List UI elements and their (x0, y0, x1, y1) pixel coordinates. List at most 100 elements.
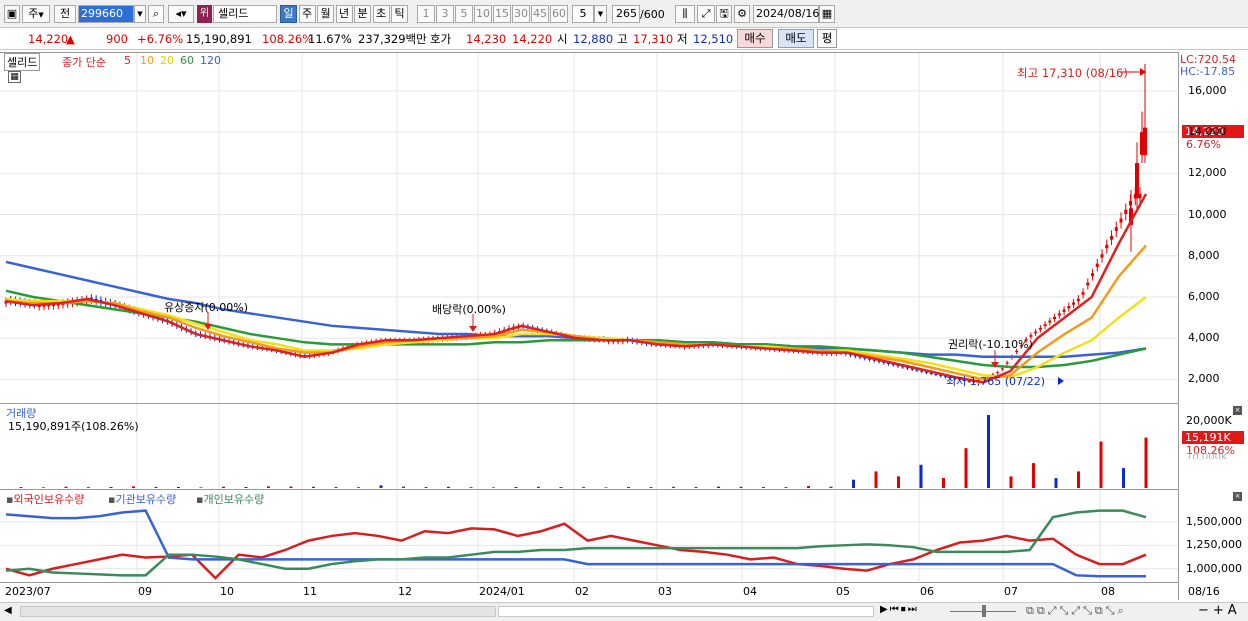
playback-controls-icon[interactable]: ▶⏮⏹⏭ (880, 604, 919, 615)
volume-bar (829, 486, 833, 488)
volume-bar (87, 487, 90, 488)
volume-bar (42, 487, 45, 488)
price-y-tick: 2,000 (1188, 372, 1220, 386)
holding-close-icon[interactable]: × (1233, 492, 1242, 501)
x-axis-label: 11 (303, 585, 317, 598)
zoom-slider-handle[interactable] (982, 605, 986, 617)
x-axis-label: 08 (1101, 585, 1115, 598)
x-axis-label: 04 (743, 585, 757, 598)
candle-body (1043, 324, 1047, 327)
volume-bar (379, 485, 383, 488)
legend-institution[interactable]: ▪기관보유수량 (108, 491, 176, 507)
x-axis-label: 2023/07 (5, 585, 51, 598)
moving-average-lines (5, 193, 1148, 384)
price-y-tick: 6,000 (1188, 289, 1220, 303)
volume-bar (447, 486, 450, 488)
volume-bars (19, 415, 1148, 488)
candle-body (1034, 331, 1038, 334)
volume-bar (627, 487, 630, 488)
volume-bar (469, 487, 473, 488)
chart-scrollbar[interactable]: ◀ ▶⏮⏹⏭ ⧉⧉⤢⤡⤢⤡⧉⤡⌕ −+A (0, 602, 1248, 621)
ma60-legend[interactable]: 60 (180, 54, 194, 67)
candle-body (1057, 313, 1061, 316)
volume-bar (739, 486, 743, 488)
volume-bar (807, 486, 810, 488)
ma10-legend[interactable]: 10 (140, 54, 154, 67)
candle-body (1100, 254, 1104, 258)
volume-bar (312, 486, 315, 488)
view-tools-icon[interactable]: ⧉⧉⤢⤡⤢⤡⧉⤡⌕ (1026, 604, 1127, 618)
volume-bar (1009, 476, 1013, 488)
legend-individual[interactable]: ▪개인보유수량 (196, 491, 264, 507)
price-y-tick: 10,000 (1188, 207, 1227, 221)
x-axis-label: 2024/01 (479, 585, 525, 598)
candle-body (1062, 309, 1066, 312)
volume-bar (1077, 471, 1080, 488)
legend-individual-label: 개인보유수량 (203, 493, 265, 506)
volume-y-tick: 20,000K (1186, 414, 1232, 427)
volume-bar (402, 486, 405, 488)
volume-bar (987, 415, 990, 488)
indicator-label[interactable]: 종가 단순 (62, 54, 106, 70)
legend-foreign[interactable]: ▪외국인보유수량 (6, 491, 84, 507)
holding-lines (5, 509, 1147, 580)
volume-bar (132, 486, 135, 488)
volume-bar (267, 486, 270, 488)
x-axis-top (0, 582, 1178, 583)
volume-bar (919, 464, 923, 488)
candle-body (1119, 218, 1123, 223)
volume-panel-top (0, 403, 1178, 404)
volume-bar (897, 476, 900, 488)
table-icon[interactable]: ▦ (8, 71, 21, 83)
event-marker-arrow (469, 326, 477, 332)
volume-bar (289, 486, 293, 488)
event-dividend: 배당락(0.00%) (432, 303, 506, 316)
scroll-track[interactable] (20, 606, 496, 617)
ma5-line (5, 193, 1148, 384)
x-axis-label: 09 (138, 585, 152, 598)
volume-bar (334, 487, 338, 488)
candle-body (1076, 298, 1080, 302)
scroll-thumb[interactable] (498, 606, 874, 617)
candle-body (1110, 235, 1114, 240)
volume-bar (514, 487, 518, 488)
scroll-left-icon[interactable]: ◀ (4, 605, 12, 616)
holding-y-tick: 1,500,000 (1186, 514, 1242, 528)
ma20-legend[interactable]: 20 (160, 54, 174, 67)
volume-bar (874, 471, 878, 488)
volume-bar (582, 487, 585, 488)
volume-bar (559, 487, 563, 488)
volume-hidden-tick: 10,000K (1186, 452, 1228, 459)
stock-label[interactable]: 셀리드 (4, 53, 41, 71)
event-ex-rights: 권리락(-10.10%) (948, 338, 1033, 351)
volume-bar (964, 448, 968, 488)
volume-bar (942, 478, 945, 488)
candle-body (1081, 292, 1085, 295)
volume-bar (604, 487, 608, 488)
volume-bar (492, 487, 495, 488)
price-y-tick: 4,000 (1188, 331, 1220, 345)
candle-body (1038, 327, 1042, 330)
candle-body (1048, 320, 1052, 323)
low-marker-arrow (1058, 377, 1064, 385)
volume-bar (64, 486, 68, 488)
ma120-legend[interactable]: 120 (200, 54, 221, 67)
x-axis-label: 07 (1004, 585, 1018, 598)
price-y-tick: 16,000 (1188, 83, 1227, 97)
holding-panel-top (0, 489, 1178, 490)
ma5-legend[interactable]: 5 (124, 54, 131, 67)
x-axis-label: 10 (220, 585, 234, 598)
volume-value-label: 15,190,891주(108.26%) (8, 420, 139, 433)
volume-bar (424, 487, 428, 488)
current-pct-tag: 6.76% (1186, 138, 1221, 151)
zoom-buttons-icon[interactable]: −+A (1198, 603, 1241, 618)
volume-bar (109, 487, 113, 488)
hc-label: HC:-17.85 (1180, 65, 1236, 78)
holding-y-tick: 1,250,000 (1186, 538, 1242, 552)
volume-close-icon[interactable]: × (1233, 406, 1242, 415)
price-y-tick: 8,000 (1188, 248, 1220, 262)
volume-bar (1099, 441, 1103, 488)
volume-bar (19, 487, 23, 488)
x-axis-label: 02 (575, 585, 589, 598)
volume-bar (694, 487, 698, 488)
